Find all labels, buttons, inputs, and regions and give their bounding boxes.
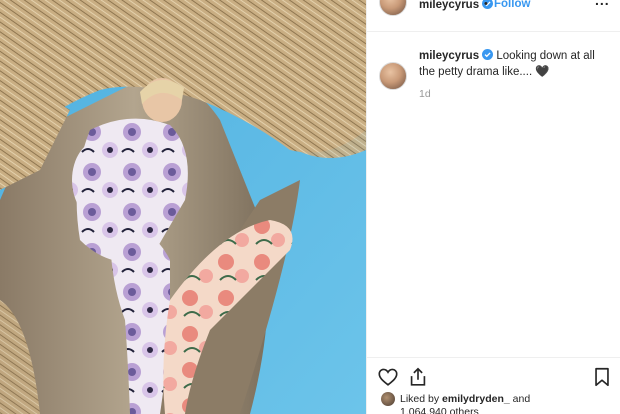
heart-icon[interactable]	[377, 366, 399, 388]
author-username-text[interactable]: mileycyrus	[419, 0, 479, 11]
post-actions	[367, 357, 620, 393]
separator-dot: •	[484, 0, 488, 10]
post-header: mileycyrus • Follow ...	[367, 0, 620, 32]
post-image	[0, 0, 366, 414]
post-timestamp[interactable]: 1d	[419, 88, 431, 100]
liked-by-line: Liked by emilydryden_ and	[400, 393, 530, 405]
author-username[interactable]: mileycyrus	[419, 0, 494, 11]
caption-username[interactable]: mileycyrus	[419, 49, 494, 62]
liker-username[interactable]: emilydryden_	[442, 393, 510, 405]
liked-by-others[interactable]: 1,064,940 others	[400, 406, 479, 414]
post-caption: mileycyrus Looking down at all the petty…	[367, 32, 620, 100]
caption-avatar[interactable]	[379, 62, 407, 90]
bookmark-icon[interactable]	[591, 366, 613, 388]
liked-by-prefix: Liked by	[400, 393, 440, 405]
liker-avatar[interactable]	[381, 392, 395, 406]
post-photo[interactable]	[0, 0, 366, 414]
share-icon[interactable]	[407, 366, 429, 388]
post-detail-panel: mileycyrus • Follow ... mileycyrus Looki…	[366, 0, 620, 414]
more-options-button[interactable]: ...	[595, 0, 610, 8]
follow-button[interactable]: Follow	[494, 0, 530, 10]
liked-by-and: and	[512, 393, 531, 405]
verified-badge-icon	[482, 49, 494, 60]
caption-text: mileycyrus Looking down at all the petty…	[419, 48, 611, 80]
caption-username-text[interactable]: mileycyrus	[419, 50, 479, 62]
author-avatar[interactable]	[379, 0, 407, 16]
